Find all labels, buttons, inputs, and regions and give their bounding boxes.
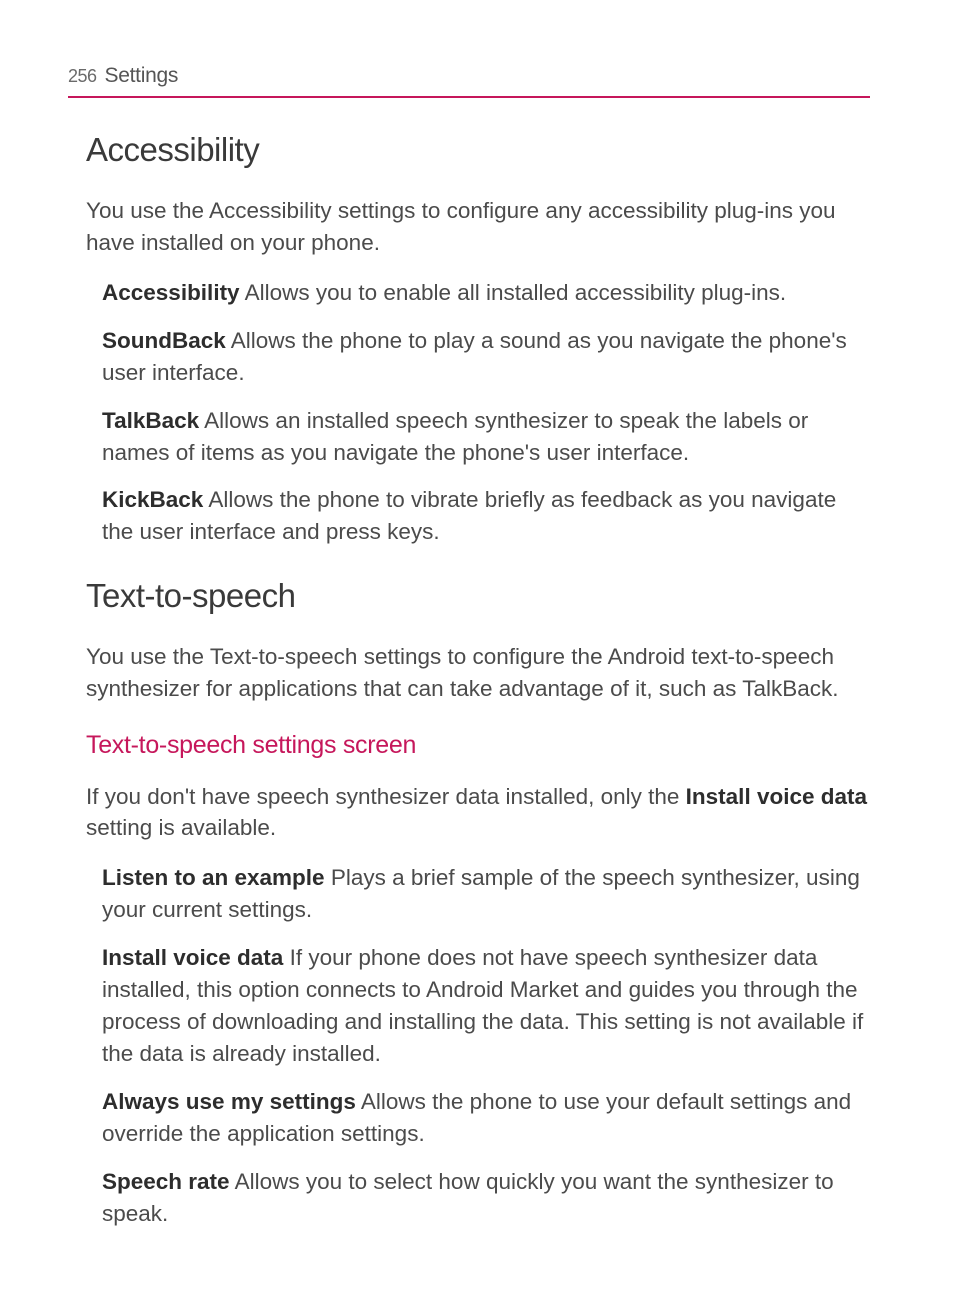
setting-item: KickBack Allows the phone to vibrate bri… (102, 484, 870, 548)
setting-label: TalkBack (102, 408, 199, 433)
setting-desc: Allows the phone to vibrate briefly as f… (102, 487, 836, 544)
setting-label: Accessibility (102, 280, 240, 305)
setting-label: Always use my settings (102, 1089, 356, 1114)
setting-item: TalkBack Allows an installed speech synt… (102, 405, 870, 469)
setting-label: KickBack (102, 487, 203, 512)
page-number: 256 (68, 64, 97, 88)
setting-label: Install voice data (102, 945, 283, 970)
tts-intro: You use the Text-to-speech settings to c… (86, 641, 870, 705)
subheading-tts-settings: Text-to-speech settings screen (86, 729, 870, 763)
sub-intro-bold: Install voice data (686, 784, 867, 809)
setting-item: Listen to an example Plays a brief sampl… (102, 862, 870, 926)
page-header: 256 Settings (68, 62, 870, 98)
setting-item: Always use my settings Allows the phone … (102, 1086, 870, 1150)
header-section-title: Settings (105, 62, 178, 90)
accessibility-intro: You use the Accessibility settings to co… (86, 195, 870, 259)
setting-item: SoundBack Allows the phone to play a sou… (102, 325, 870, 389)
setting-label: Listen to an example (102, 865, 325, 890)
setting-desc: Allows you to enable all installed acces… (240, 280, 787, 305)
setting-label: SoundBack (102, 328, 226, 353)
setting-label: Speech rate (102, 1169, 230, 1194)
heading-tts: Text-to-speech (86, 574, 870, 619)
setting-desc: Allows an installed speech synthesizer t… (102, 408, 808, 465)
sub-intro-post: setting is available. (86, 815, 276, 840)
setting-item: Accessibility Allows you to enable all i… (102, 277, 870, 309)
setting-item: Speech rate Allows you to select how qui… (102, 1166, 870, 1230)
setting-item: Install voice data If your phone does no… (102, 942, 870, 1070)
sub-intro-pre: If you don't have speech synthesizer dat… (86, 784, 686, 809)
heading-accessibility: Accessibility (86, 128, 870, 173)
tts-sub-intro: If you don't have speech synthesizer dat… (86, 781, 870, 845)
